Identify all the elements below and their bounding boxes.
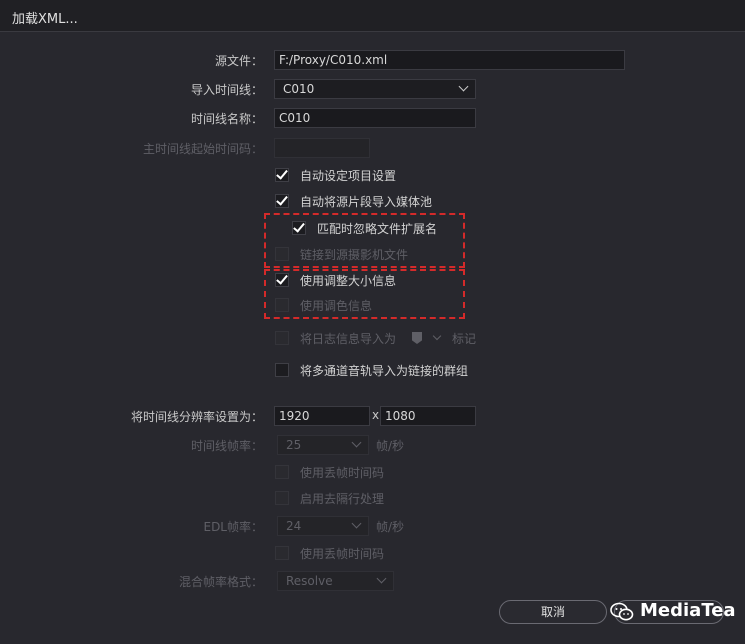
log-marker-suffix: 标记 <box>452 332 477 346</box>
checkbox-box <box>275 331 289 345</box>
chevron-down-icon <box>432 331 442 341</box>
drop-frame-label-2: 使用丢帧时间码 <box>300 547 385 561</box>
checkmark-icon <box>276 193 288 206</box>
edl-fps-select: 24 <box>277 516 369 536</box>
deinterlace-label: 启用去隔行处理 <box>300 492 385 506</box>
checkbox-box <box>275 465 289 479</box>
cancel-button[interactable]: 取消 <box>499 600 607 624</box>
import-timeline-value: C010 <box>283 82 315 96</box>
chevron-down-icon <box>376 573 387 584</box>
watermark-text: MediaTea <box>640 600 736 621</box>
edl-fps-label: EDL帧率： <box>203 520 263 534</box>
chevron-down-icon <box>351 518 362 529</box>
chevron-down-icon <box>351 437 362 448</box>
resolution-label: 将时间线分辨率设置为： <box>130 410 263 424</box>
wechat-icon <box>610 602 634 621</box>
checkbox-box[interactable] <box>275 193 289 208</box>
checkbox-box[interactable] <box>275 363 289 377</box>
master-timecode-label: 主时间线起始时间码： <box>142 142 263 156</box>
log-import-label: 将日志信息导入为 <box>300 332 397 346</box>
master-timecode-field <box>274 138 370 158</box>
window-titlebar: 加载XML... <box>0 0 745 32</box>
edl-fps-value: 24 <box>286 519 302 533</box>
resolution-width-field[interactable]: 1920 <box>274 406 370 426</box>
mixed-fps-label: 混合帧率格式： <box>178 575 263 589</box>
timeline-fps-unit: 帧/秒 <box>376 439 405 453</box>
drop-frame-label-1: 使用丢帧时间码 <box>300 466 385 480</box>
mixed-fps-value: Resolve <box>286 574 333 588</box>
checkbox-box <box>275 491 289 505</box>
import-timeline-select[interactable]: C010 <box>274 79 476 99</box>
highlight-box-resize <box>264 269 465 319</box>
window-title: 加载XML... <box>12 12 78 27</box>
edl-fps-unit: 帧/秒 <box>376 520 405 534</box>
timeline-name-field[interactable]: C010 <box>274 108 476 128</box>
timeline-name-label: 时间线名称： <box>190 112 263 126</box>
timeline-fps-select: 25 <box>277 435 369 455</box>
checkmark-icon <box>276 167 288 180</box>
checkbox-box <box>275 546 289 560</box>
timeline-fps-label: 时间线帧率： <box>190 439 263 453</box>
resolution-separator: x <box>372 408 380 422</box>
resolution-height-field[interactable]: 1080 <box>380 406 476 426</box>
auto-import-pool-label: 自动将源片段导入媒体池 <box>300 195 433 209</box>
chevron-down-icon <box>458 81 469 92</box>
source-file-label: 源文件： <box>214 54 263 68</box>
marker-icon <box>412 332 422 344</box>
checkbox-box[interactable] <box>275 167 289 182</box>
timeline-fps-value: 25 <box>286 438 302 452</box>
mixed-fps-select: Resolve <box>277 571 394 591</box>
highlight-box-extension <box>264 213 465 268</box>
import-timeline-label: 导入时间线： <box>190 83 263 97</box>
auto-project-label: 自动设定项目设置 <box>300 169 397 183</box>
multichannel-label: 将多通道音轨导入为链接的群组 <box>300 364 469 378</box>
source-file-field[interactable]: F:/Proxy/C010.xml <box>274 50 625 70</box>
